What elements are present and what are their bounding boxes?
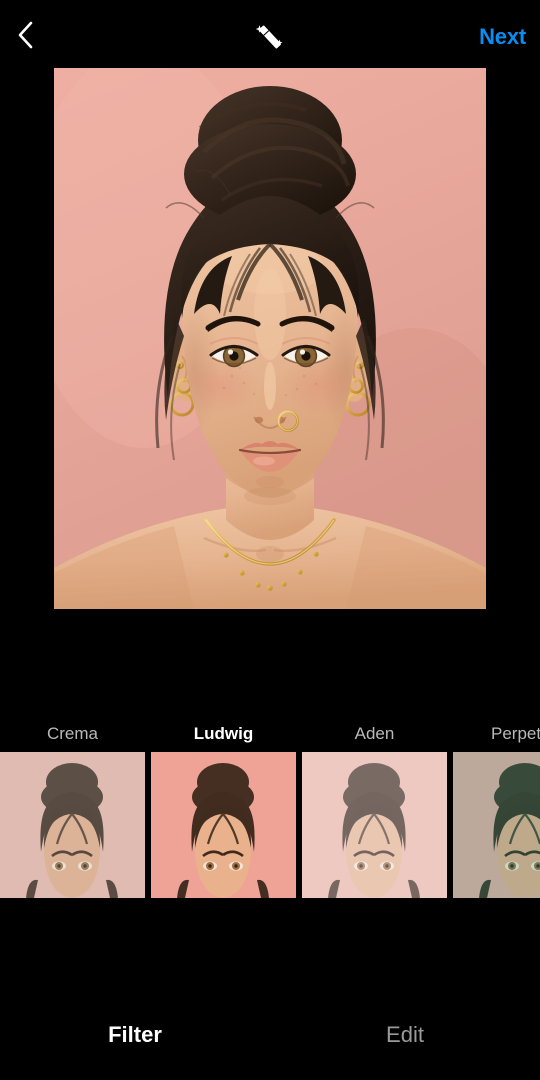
filter-carousel[interactable]: Crema Ludwig Aden Perpet [0, 716, 540, 901]
filter-track: Crema Ludwig Aden Perpet [0, 716, 540, 901]
chevron-left-icon [15, 19, 35, 51]
filter-item-perpetua[interactable]: Perpetua [453, 716, 540, 898]
filter-item-aden[interactable]: Aden [302, 716, 447, 898]
filter-screen: Next Crema Ludwig Aden Perpet Filter Edi… [0, 0, 540, 1080]
filter-thumbnail[interactable] [302, 752, 447, 898]
filter-label: Aden [354, 724, 395, 743]
filter-thumbnail[interactable] [0, 752, 145, 898]
filter-label: Perpetua [491, 724, 540, 743]
portrait-image [54, 68, 486, 609]
bottom-tab-bar: Filter Edit [0, 990, 540, 1080]
magic-wand-icon [253, 21, 287, 53]
tab-edit[interactable]: Edit [270, 990, 540, 1080]
filter-item-ludwig[interactable]: Ludwig [151, 716, 296, 898]
filter-thumbnail[interactable] [453, 752, 540, 898]
filter-label: Crema [46, 724, 98, 743]
top-bar: Next [0, 0, 540, 68]
filter-label: Ludwig [193, 724, 254, 743]
back-button[interactable] [6, 16, 44, 54]
tab-filter[interactable]: Filter [0, 990, 270, 1080]
filter-item-crema[interactable]: Crema [0, 716, 145, 898]
magic-wand-button[interactable] [248, 17, 292, 57]
filter-thumbnail[interactable] [151, 752, 296, 898]
photo-preview[interactable] [54, 68, 486, 609]
next-button[interactable]: Next [479, 24, 526, 50]
